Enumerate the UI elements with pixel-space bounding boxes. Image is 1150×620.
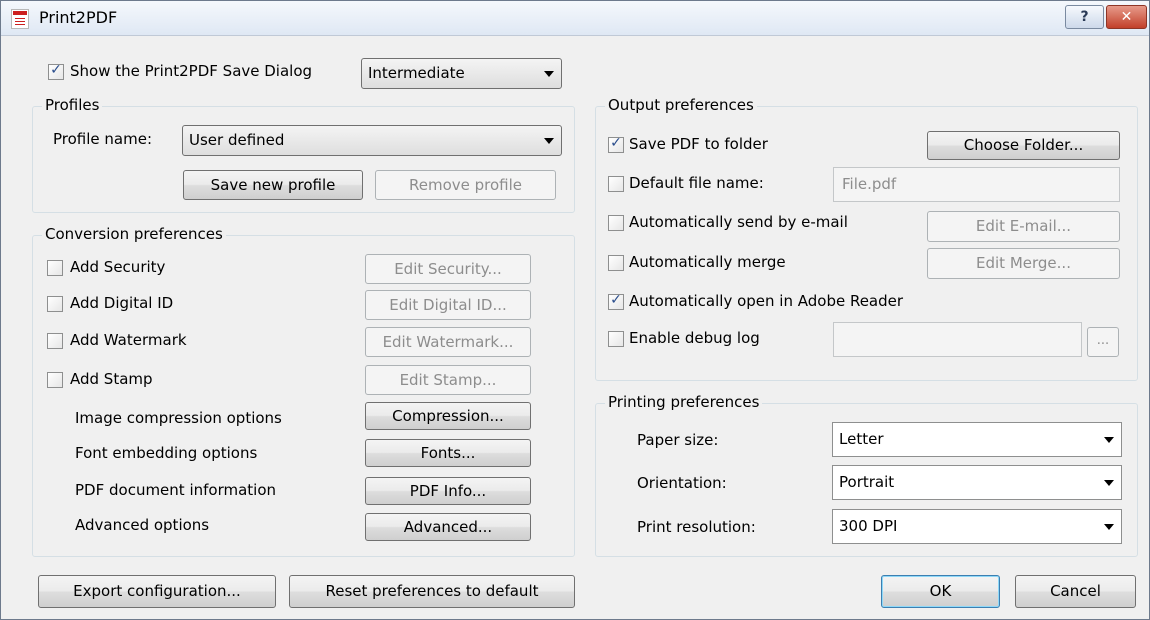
remove-profile-button[interactable]: Remove profile [375,170,556,200]
profile-name-label: Profile name: [53,130,153,148]
add-digital-id-checkbox[interactable]: ✓ [47,296,63,312]
print-resolution-select[interactable]: 300 DPI [832,509,1122,544]
default-file-name-label: Default file name: [629,174,764,192]
save-new-profile-button[interactable]: Save new profile [183,170,363,200]
chevron-down-icon [1104,524,1114,530]
advanced-options-label: Advanced options [75,516,210,534]
advanced-button[interactable]: Advanced... [365,513,531,541]
add-stamp-checkbox[interactable]: ✓ [47,372,63,388]
show-save-dialog-checkbox[interactable]: ✓ [48,62,64,80]
add-stamp-label: Add Stamp [70,370,153,388]
edit-stamp-button[interactable]: Edit Stamp... [365,365,531,395]
profile-name-value: User defined [189,131,285,149]
print-resolution-label: Print resolution: [637,518,756,536]
conversion-preferences-group: Conversion preferences ✓ Add Security Ed… [32,225,575,557]
paper-size-select[interactable]: Letter [832,422,1122,457]
default-file-name-field[interactable]: File.pdf [833,167,1120,202]
help-button[interactable]: ? [1065,5,1104,29]
close-icon: ✕ [1120,9,1133,25]
cancel-button[interactable]: Cancel [1015,575,1136,608]
chevron-down-icon [544,71,554,77]
compression-button[interactable]: Compression... [365,402,531,430]
automatically-merge-label: Automatically merge [629,253,786,271]
save-pdf-to-folder-checkbox[interactable]: ✓ [608,135,624,153]
edit-email-button[interactable]: Edit E-mail... [927,211,1120,242]
default-file-name-value: File.pdf [842,175,897,193]
edit-watermark-button[interactable]: Edit Watermark... [365,327,531,357]
export-configuration-button[interactable]: Export configuration... [38,575,276,608]
send-by-email-label: Automatically send by e-mail [629,213,848,231]
enable-debug-log-label: Enable debug log [629,329,760,347]
edit-security-button[interactable]: Edit Security... [365,254,531,284]
orientation-select[interactable]: Portrait [832,465,1122,500]
fonts-button[interactable]: Fonts... [365,439,531,467]
pdf-document-icon [11,9,29,29]
print-resolution-value: 300 DPI [839,517,898,535]
help-icon: ? [1080,9,1089,25]
close-button[interactable]: ✕ [1106,5,1147,29]
edit-merge-button[interactable]: Edit Merge... [927,248,1120,279]
dialog-level-value: Intermediate [368,64,465,82]
add-security-label: Add Security [70,258,166,276]
open-in-adobe-reader-label: Automatically open in Adobe Reader [629,292,904,310]
pdf-info-button[interactable]: PDF Info... [365,477,531,505]
ok-button[interactable]: OK [881,575,1000,608]
print2pdf-dialog: Print2PDF ? ✕ ✓ Show the Print2PDF Save … [0,0,1150,620]
browse-debug-log-button[interactable]: ... [1087,327,1119,357]
profiles-group: Profiles Profile name: User defined Save… [32,96,575,213]
profile-name-select[interactable]: User defined [182,125,562,156]
chevron-down-icon [1104,437,1114,443]
checkmark-icon: ✓ [610,135,622,151]
enable-debug-log-checkbox[interactable]: ✓ [608,331,624,347]
open-in-adobe-reader-checkbox[interactable]: ✓ [608,292,624,310]
chevron-down-icon [544,138,554,144]
checkmark-icon: ✓ [610,292,622,308]
debug-log-path-field[interactable] [833,322,1082,357]
save-pdf-to-folder-label: Save PDF to folder [629,135,768,153]
dialog-level-select[interactable]: Intermediate [361,58,562,89]
checkmark-icon: ✓ [50,62,62,78]
orientation-value: Portrait [839,473,895,491]
profiles-title: Profiles [42,96,103,114]
add-digital-id-label: Add Digital ID [70,294,174,312]
window-title: Print2PDF [39,8,118,27]
add-watermark-checkbox[interactable]: ✓ [47,333,63,349]
title-bar: Print2PDF ? ✕ [1,1,1149,36]
paper-size-label: Paper size: [637,431,719,449]
printing-preferences-title: Printing preferences [605,393,763,411]
image-compression-label: Image compression options [75,409,282,427]
edit-digital-id-button[interactable]: Edit Digital ID... [365,290,531,320]
font-embedding-label: Font embedding options [75,444,258,462]
send-by-email-checkbox[interactable]: ✓ [608,215,624,231]
printing-preferences-group: Printing preferences Paper size: Letter … [595,393,1138,557]
add-watermark-label: Add Watermark [70,331,187,349]
automatically-merge-checkbox[interactable]: ✓ [608,255,624,271]
conversion-preferences-title: Conversion preferences [42,225,226,243]
paper-size-value: Letter [839,430,884,448]
default-file-name-checkbox[interactable]: ✓ [608,176,624,192]
show-save-dialog-label: Show the Print2PDF Save Dialog [70,62,313,80]
output-preferences-title: Output preferences [605,96,757,114]
add-security-checkbox[interactable]: ✓ [47,260,63,276]
orientation-label: Orientation: [637,474,727,492]
reset-preferences-button[interactable]: Reset preferences to default [289,575,575,608]
pdf-document-information-label: PDF document information [75,481,277,499]
choose-folder-button[interactable]: Choose Folder... [927,131,1120,160]
chevron-down-icon [1104,480,1114,486]
output-preferences-group: Output preferences ✓ Save PDF to folder … [595,96,1138,381]
